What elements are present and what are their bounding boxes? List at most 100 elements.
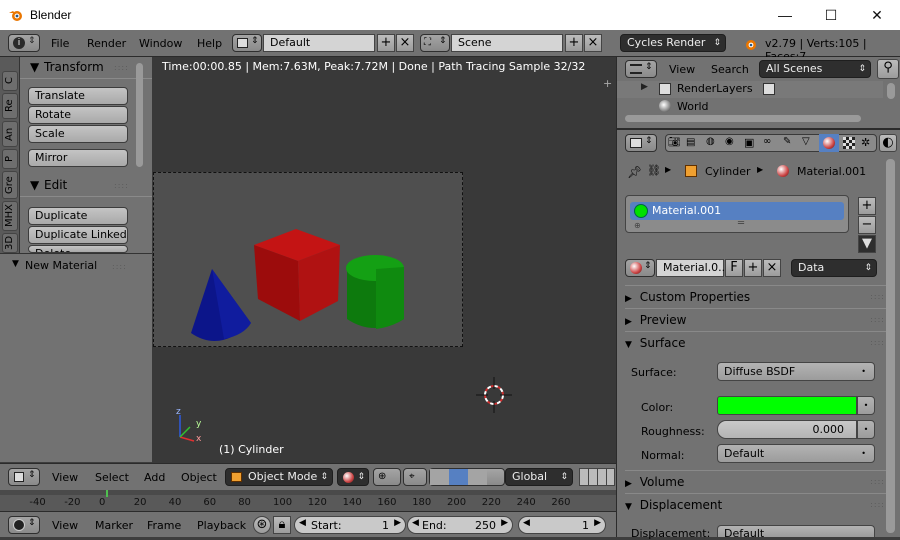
rotate-manipulator-icon[interactable]: [449, 469, 468, 485]
expand-triangle-icon[interactable]: ▶: [641, 82, 648, 92]
remove-screen-x-icon[interactable]: ×: [396, 34, 414, 52]
decrement-icon[interactable]: ◀: [299, 518, 306, 528]
rotate-button[interactable]: Rotate: [28, 106, 128, 124]
normal-input-select[interactable]: Default •: [717, 444, 875, 463]
panel-grip-icon[interactable]: ::::: [114, 63, 129, 72]
color-swatch[interactable]: [717, 396, 857, 415]
modifiers-wrench-icon[interactable]: ✎: [783, 136, 791, 147]
panel-grip-icon[interactable]: ::::: [870, 471, 885, 493]
edit-panel-header[interactable]: ▼ Edit ::::: [20, 175, 152, 197]
list-item[interactable]: ▶ RenderLayers: [617, 81, 883, 98]
menu-frame[interactable]: Frame: [147, 519, 181, 532]
decrement-icon[interactable]: ◀: [523, 518, 530, 528]
editor-type-info-button[interactable]: i ⇕: [8, 34, 40, 52]
world-icon[interactable]: ◉: [725, 136, 734, 147]
list-item[interactable]: World: [617, 98, 883, 115]
search-icon[interactable]: ⚲: [877, 59, 899, 79]
layers-grid-icon[interactable]: [579, 468, 615, 486]
screen-layout-browse-button[interactable]: ⇕: [232, 34, 262, 52]
menu-render[interactable]: Render: [87, 37, 126, 50]
lock-time-range-icon[interactable]: 🔒︎: [273, 516, 291, 534]
panel-grip-icon[interactable]: ::::: [870, 332, 885, 354]
scene-icon[interactable]: ◍: [706, 136, 715, 147]
add-scene-plus-icon[interactable]: +: [565, 34, 583, 52]
tab-relations[interactable]: Re: [2, 93, 18, 119]
editor-type-timeline-button[interactable]: ⇕: [8, 516, 40, 534]
fake-user-button[interactable]: F: [725, 259, 743, 277]
filter-options-icon[interactable]: ⊕: [634, 221, 641, 230]
render-camera-icon[interactable]: 📷︎: [668, 137, 681, 148]
roughness-slider[interactable]: 0.000: [717, 420, 857, 439]
preview-panel-header[interactable]: ▶ Preview ::::: [625, 308, 887, 330]
maximize-button[interactable]: ☐: [808, 0, 854, 30]
viewport-shading-select[interactable]: ⇕: [337, 468, 369, 486]
add-slot-plus-icon[interactable]: +: [858, 197, 876, 215]
transform-panel-header[interactable]: ▼ Transform ::::: [20, 57, 152, 79]
surface-panel-header[interactable]: ▼ Surface ::::: [625, 331, 887, 353]
menu-marker[interactable]: Marker: [95, 519, 133, 532]
custom-properties-panel-header[interactable]: ▶ Custom Properties ::::: [625, 285, 887, 307]
editor-type-properties-button[interactable]: ⇕: [625, 134, 657, 152]
minimize-button[interactable]: —: [762, 0, 808, 30]
surface-shader-select[interactable]: Diffuse BSDF •: [717, 362, 875, 381]
outliner-horizontal-scrollbar[interactable]: [625, 115, 861, 122]
scene-field[interactable]: Scene: [451, 34, 563, 52]
tab-grease-pencil[interactable]: Gre: [2, 171, 18, 199]
unlink-material-x-icon[interactable]: ×: [763, 259, 781, 277]
constraints-icon[interactable]: ∞: [763, 136, 771, 147]
timeline-area[interactable]: -40 -20 0 20 40 60 80 100 120 140 160 180 200 220 240 2…: [0, 490, 616, 511]
keying-set-icon[interactable]: ⊛: [253, 516, 271, 534]
displacement-panel-header[interactable]: ▼ Displacement ::::: [625, 493, 887, 515]
render-engine-select[interactable]: Cycles Render ⇕: [620, 34, 726, 52]
remove-scene-x-icon[interactable]: ×: [584, 34, 602, 52]
outliner-display-mode-select[interactable]: All Scenes ⇕: [759, 60, 871, 78]
displacement-input-select[interactable]: Default: [717, 525, 875, 537]
add-screen-plus-icon[interactable]: +: [377, 34, 395, 52]
material-name-field[interactable]: Material.0...: [656, 259, 729, 277]
panel-grip-icon[interactable]: ::::: [870, 494, 885, 516]
editor-type-outliner-button[interactable]: ⇕: [625, 60, 657, 78]
new-material-plus-icon[interactable]: +: [744, 259, 762, 277]
mirror-button[interactable]: Mirror: [28, 149, 128, 167]
material-tab-icon[interactable]: [819, 134, 839, 152]
mode-select[interactable]: Object Mode ⇕: [225, 468, 333, 486]
transform-orientation-select[interactable]: Global ⇕: [505, 468, 573, 486]
link-type-select[interactable]: Data ⇕: [791, 259, 877, 277]
remove-slot-minus-icon[interactable]: −: [858, 216, 876, 234]
tab-3d[interactable]: 3D: [2, 233, 18, 253]
render-layers-icon[interactable]: ▤: [686, 137, 695, 148]
list-resize-grip-icon[interactable]: ═: [738, 218, 744, 229]
translate-button[interactable]: Translate: [28, 87, 128, 105]
screen-layout-field[interactable]: Default: [263, 34, 375, 52]
volume-panel-header[interactable]: ▶ Volume ::::: [625, 470, 887, 492]
object-icon[interactable]: ▣: [744, 136, 754, 149]
start-frame-field[interactable]: ◀ Start: 1 ▶: [294, 516, 406, 534]
duplicate-button[interactable]: Duplicate: [28, 207, 128, 225]
menu-file[interactable]: File: [51, 37, 69, 50]
outliner-vertical-scrollbar[interactable]: [887, 83, 895, 99]
menu-help[interactable]: Help: [197, 37, 222, 50]
decrement-icon[interactable]: ◀: [412, 518, 419, 528]
panel-grip-icon[interactable]: ::::: [870, 309, 885, 331]
properties-scrollbar[interactable]: [886, 159, 895, 533]
tab-animation[interactable]: An: [2, 121, 18, 147]
menu-playback[interactable]: Playback: [197, 519, 246, 532]
menu-select[interactable]: Select: [95, 471, 129, 484]
panel-grip-icon[interactable]: ::::: [870, 286, 885, 308]
menu-view[interactable]: View: [52, 471, 78, 484]
manipulator-toggle[interactable]: ⌖: [403, 468, 427, 486]
menu-view[interactable]: View: [669, 63, 695, 76]
increment-icon[interactable]: ▶: [594, 518, 601, 528]
close-window-button[interactable]: ✕: [854, 0, 900, 30]
increment-icon[interactable]: ▶: [501, 518, 508, 528]
editor-type-3d-view-button[interactable]: ⇕: [8, 468, 40, 486]
texture-icon[interactable]: [843, 137, 855, 149]
duplicate-linked-button[interactable]: Duplicate Linked: [28, 226, 128, 244]
tab-create[interactable]: C: [2, 71, 18, 91]
roughness-link-dot-icon[interactable]: •: [857, 420, 875, 439]
tab-physics[interactable]: P: [2, 149, 18, 169]
scale-button[interactable]: Scale: [28, 125, 128, 143]
menu-view[interactable]: View: [52, 519, 78, 532]
menu-add[interactable]: Add: [144, 471, 165, 484]
properties-toggle-plus-icon[interactable]: +: [603, 77, 612, 90]
